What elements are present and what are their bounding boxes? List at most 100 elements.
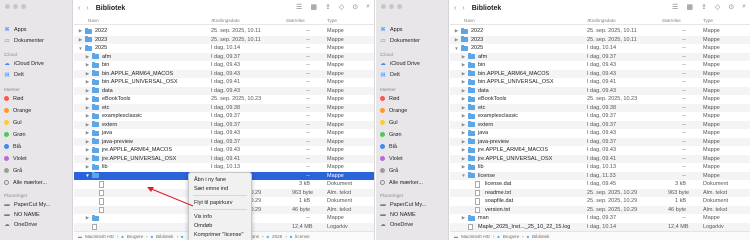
disclosure-closed-icon[interactable]: ▶ (461, 88, 466, 94)
disclosure-closed-icon[interactable]: ▶ (461, 164, 466, 170)
folder-row[interactable]: ▶ eBookTools 25. sep. 2025, 10.23 -- Mappe (74, 95, 374, 104)
disclosure-closed-icon[interactable]: ▶ (461, 71, 466, 77)
folder-row[interactable]: ▶ bin.APPLE_UNIVERSAL_OSX I dag, 09.41 -- Ma… (450, 78, 750, 87)
view-list-icon[interactable]: ☰ (296, 3, 302, 11)
disclosure-closed-icon[interactable]: ▶ (85, 122, 90, 128)
zoom-button[interactable] (397, 4, 402, 9)
sidebar-location[interactable]: ☁ OneDrive (380, 220, 413, 229)
disclosure-closed-icon[interactable]: ▶ (461, 62, 466, 68)
disclosure-closed-icon[interactable]: ▶ (85, 71, 90, 77)
sidebar-item[interactable]: ▤ Delt (4, 70, 23, 79)
file-row[interactable]: readme.txt 25. sep. 2025, 10.29 963 byte Al… (450, 188, 750, 197)
folder-row[interactable]: ▶ man I dag, 09.37 -- Mappe (450, 214, 750, 223)
context-menu-item[interactable]: Sæt emne ind (189, 184, 251, 193)
context-menu-item[interactable]: Komprimer "license" (189, 230, 251, 239)
sidebar-tag[interactable]: Violet (380, 154, 403, 163)
folder-row[interactable]: ▶ java-preview I dag, 09.37 -- Mappe (450, 137, 750, 146)
folder-row[interactable]: ▶ 2022 25. sep. 2025, 10.11 -- Mappe (450, 27, 750, 36)
share-icon[interactable]: ⇪ (325, 3, 331, 11)
folder-row[interactable]: ▶ java I dag, 09.43 -- Mappe (450, 129, 750, 138)
disclosure-open-icon[interactable]: ▼ (454, 46, 459, 51)
folder-row[interactable]: ▼ license I dag, 11.33 -- Mappe (450, 171, 750, 180)
file-row[interactable]: license.dat I dag, 09.45 3 kB Dokument (450, 180, 750, 189)
sidebar-tag[interactable]: Grå (380, 166, 398, 175)
folder-row[interactable]: ▶ examplesclassic I dag, 09.37 -- Mappe (74, 112, 374, 121)
file-row[interactable]: soapfile.dat 25. sep. 2025, 10.29 1 kB Doku… (450, 197, 750, 206)
forward-arrow-icon[interactable]: › (462, 5, 464, 12)
sidebar-location[interactable]: ☁ OneDrive (4, 220, 37, 229)
sidebar-item[interactable]: ⌘ Apps (4, 25, 26, 34)
folder-row[interactable]: ▶ bin I dag, 09.43 -- Mappe (74, 61, 374, 70)
disclosure-closed-icon[interactable]: ▶ (461, 139, 466, 145)
sidebar-item[interactable]: ▤ Delt (380, 70, 399, 79)
path-segment[interactable]: Brugere (127, 234, 143, 239)
disclosure-closed-icon[interactable]: ▶ (85, 54, 90, 60)
disclosure-closed-icon[interactable]: ▶ (85, 130, 90, 136)
group-icon[interactable]: ▦ (310, 3, 317, 11)
col-size[interactable]: Størrelse (286, 18, 305, 23)
col-size[interactable]: Størrelse (662, 18, 681, 23)
more-icon[interactable]: ⊙ (352, 3, 358, 11)
disclosure-closed-icon[interactable]: ▶ (85, 113, 90, 119)
back-arrow-icon[interactable]: ‹ (454, 5, 456, 12)
sidebar-tag[interactable]: Grå (4, 166, 22, 175)
path-segment[interactable]: Macintosh HD (461, 234, 490, 239)
file-row[interactable]: Maple_2025_Inst..._25_10_22_15.log I dag,… (450, 222, 750, 231)
disclosure-closed-icon[interactable]: ▶ (454, 28, 459, 34)
disclosure-closed-icon[interactable]: ▶ (461, 54, 466, 60)
minimize-button[interactable] (389, 4, 394, 9)
sidebar-item[interactable]: ☁ iCloud Drive (4, 59, 44, 68)
folder-row[interactable]: ▶ bin.APPLE_ARM64_MACOS I dag, 09.43 -- Mapp… (450, 69, 750, 78)
folder-row[interactable]: ▼ 2025 I dag, 10.14 -- Mappe (74, 44, 374, 53)
view-list-icon[interactable]: ☰ (672, 3, 678, 11)
folder-row[interactable]: ▶ lib I dag, 10.13 -- Mappe (450, 163, 750, 172)
folder-row[interactable]: ▶ data I dag, 09.43 -- Mappe (74, 86, 374, 95)
path-segment[interactable]: license (295, 234, 309, 239)
sidebar-tag[interactable]: Gul (380, 118, 398, 127)
col-name[interactable]: Navn (88, 18, 99, 23)
sidebar-location[interactable]: ▬ PaperCut My... (4, 200, 50, 209)
folder-row[interactable]: ▶ bin.APPLE_ARM64_MACOS I dag, 09.43 -- Mapp… (74, 69, 374, 78)
back-arrow-icon[interactable]: ‹ (78, 5, 80, 12)
close-button[interactable] (5, 4, 10, 9)
folder-row[interactable]: ▶ extern I dag, 09.37 -- Mappe (450, 120, 750, 129)
folder-row[interactable]: ▶ jre.APPLE_ARM64_MACOS I dag, 09.43 -- Mapp… (74, 146, 374, 155)
disclosure-closed-icon[interactable]: ▶ (85, 88, 90, 94)
sidebar-tag[interactable]: Grøn (4, 130, 26, 139)
sidebar-tag[interactable]: Blå (4, 142, 21, 151)
folder-row[interactable]: ▶ examplesclassic I dag, 09.37 -- Mappe (450, 112, 750, 121)
sidebar-tag[interactable]: Rød (380, 94, 399, 103)
disclosure-closed-icon[interactable]: ▶ (85, 164, 90, 170)
disclosure-closed-icon[interactable]: ▶ (461, 105, 466, 111)
disclosure-closed-icon[interactable]: ▶ (454, 37, 459, 43)
folder-row[interactable]: ▶ bin I dag, 09.43 -- Mappe (450, 61, 750, 70)
search-icon[interactable]: ⌕ (366, 3, 370, 11)
forward-arrow-icon[interactable]: › (86, 5, 88, 12)
col-date[interactable]: Ændringsdato (587, 18, 616, 23)
path-segment[interactable]: Brugere (503, 234, 519, 239)
folder-row[interactable]: ▶ 2023 25. sep. 2025, 10.11 -- Mappe (74, 35, 374, 44)
disclosure-closed-icon[interactable]: ▶ (461, 147, 466, 153)
folder-row[interactable]: ▶ afm I dag, 09.37 -- Mappe (74, 52, 374, 61)
group-icon[interactable]: ▦ (686, 3, 693, 11)
folder-row[interactable]: ▶ bin.APPLE_UNIVERSAL_OSX I dag, 09.41 -- Ma… (74, 78, 374, 87)
more-icon[interactable]: ⊙ (728, 3, 734, 11)
folder-row[interactable]: ▶ java I dag, 09.43 -- Mappe (74, 129, 374, 138)
disclosure-closed-icon[interactable]: ▶ (461, 130, 466, 136)
sidebar-tag[interactable]: Grøn (380, 130, 402, 139)
sidebar-tag[interactable]: Alle mærker... (4, 178, 47, 187)
disclosure-closed-icon[interactable]: ▶ (85, 62, 90, 68)
disclosure-closed-icon[interactable]: ▶ (461, 156, 466, 162)
folder-row[interactable]: ▶ 2023 25. sep. 2025, 10.11 -- Mappe (450, 35, 750, 44)
disclosure-closed-icon[interactable]: ▶ (461, 122, 466, 128)
disclosure-closed-icon[interactable]: ▶ (85, 96, 90, 102)
sidebar-location[interactable]: ▬ NO NAME (4, 210, 39, 219)
disclosure-closed-icon[interactable]: ▶ (78, 37, 83, 43)
sidebar-tag[interactable]: Rød (4, 94, 23, 103)
sidebar-tag[interactable]: Violet (4, 154, 27, 163)
disclosure-closed-icon[interactable]: ▶ (461, 113, 466, 119)
minimize-button[interactable] (13, 4, 18, 9)
zoom-button[interactable] (21, 4, 26, 9)
folder-row[interactable]: ▶ afm I dag, 09.37 -- Mappe (450, 52, 750, 61)
path-segment[interactable]: Bibliotek (156, 234, 173, 239)
